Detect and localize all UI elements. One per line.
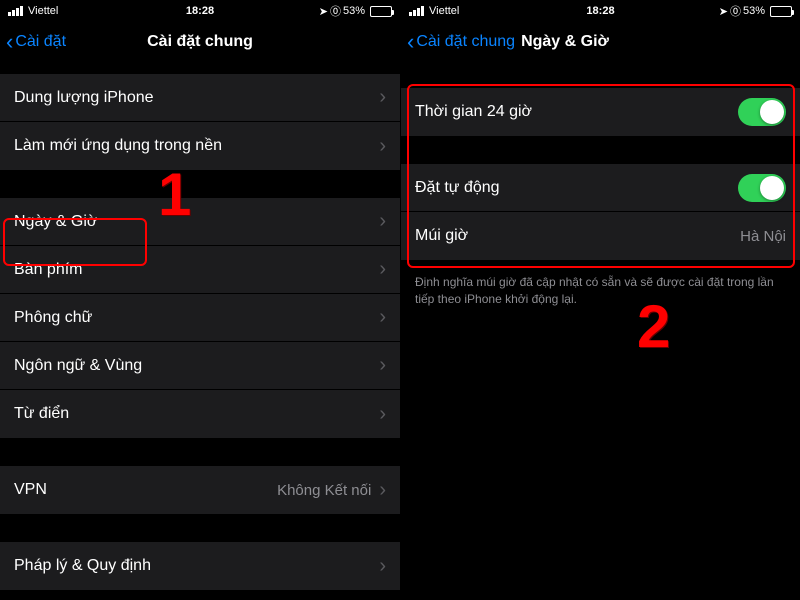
row-label: Bàn phím [14,261,379,279]
row-label: Đặt tự động [415,179,738,197]
row-24-hour-time[interactable]: Thời gian 24 giờ [401,88,800,136]
battery-percent: 53% [743,5,765,17]
row-value: Hà Nội [740,228,786,245]
group-vpn: VPN Không Kết nối › [0,466,400,514]
page-title: Ngày & Giờ [521,33,609,51]
row-date-time[interactable]: Ngày & Giờ › [0,198,400,246]
chevron-right-icon: › [379,210,386,233]
row-timezone[interactable]: Múi giờ Hà Nội [401,212,800,260]
battery-icon [370,6,392,17]
chevron-right-icon: › [379,135,386,158]
back-label: Cài đặt chung [416,33,515,51]
row-language-region[interactable]: Ngôn ngữ & Vùng › [0,342,400,390]
clock-label: 18:28 [186,5,214,17]
signal-icon [8,6,23,16]
chevron-right-icon: › [379,403,386,426]
row-set-automatically[interactable]: Đặt tự động [401,164,800,212]
clock-label: 18:28 [586,5,614,17]
signal-icon [409,6,424,16]
chevron-right-icon: › [379,86,386,109]
alarm-icon: ⓪ [730,3,741,19]
chevron-left-icon: ‹ [407,31,414,53]
toggle-auto[interactable] [738,174,786,202]
carrier-label: Viettel [28,5,58,17]
battery-icon [770,6,792,17]
back-label: Cài đặt [15,33,66,51]
status-bar: Viettel 18:28 ➤ ⓪ 53% [0,0,400,20]
group-system: Ngày & Giờ › Bàn phím › Phông chữ › Ngôn… [0,198,400,438]
row-fonts[interactable]: Phông chữ › [0,294,400,342]
location-icon: ➤ [319,5,328,18]
row-label: Ngôn ngữ & Vùng [14,357,379,375]
row-value: Không Kết nối [277,482,371,499]
row-iphone-storage[interactable]: Dung lượng iPhone › [0,74,400,122]
nav-header: ‹ Cài đặt Cài đặt chung [0,20,400,64]
group-auto: Đặt tự động Múi giờ Hà Nội [401,164,800,260]
battery-percent: 53% [343,5,365,17]
nav-header: ‹ Cài đặt chung Ngày & Giờ [401,20,800,64]
row-background-refresh[interactable]: Làm mới ứng dụng trong nền › [0,122,400,170]
chevron-right-icon: › [379,258,386,281]
row-dictionary[interactable]: Từ điển › [0,390,400,438]
row-label: Phông chữ [14,309,379,327]
carrier-label: Viettel [429,5,459,17]
row-label: Thời gian 24 giờ [415,103,738,121]
settings-list: Thời gian 24 giờ Đặt tự động Múi giờ Hà … [401,88,800,308]
chevron-right-icon: › [379,306,386,329]
back-button[interactable]: ‹ Cài đặt [6,31,66,53]
footer-note: Định nghĩa múi giờ đã cập nhật có sẵn và… [401,266,800,308]
toggle-24-hour[interactable] [738,98,786,126]
back-button[interactable]: ‹ Cài đặt chung [407,31,515,53]
row-label: Múi giờ [415,227,740,245]
phone-screen-left: Viettel 18:28 ➤ ⓪ 53% ‹ Cài đặt Cài đặt … [0,0,400,600]
row-legal[interactable]: Pháp lý & Quy định › [0,542,400,590]
chevron-right-icon: › [379,354,386,377]
row-label: Dung lượng iPhone [14,89,379,107]
location-icon: ➤ [719,5,728,18]
row-label: Pháp lý & Quy định [14,557,379,575]
row-label: Làm mới ứng dụng trong nền [14,137,379,155]
settings-list: Dung lượng iPhone › Làm mới ứng dụng tro… [0,74,400,590]
phone-screen-right: Viettel 18:28 ➤ ⓪ 53% ‹ Cài đặt chung Ng… [400,0,800,600]
chevron-left-icon: ‹ [6,31,13,53]
group-legal: Pháp lý & Quy định › [0,542,400,590]
group-storage: Dung lượng iPhone › Làm mới ứng dụng tro… [0,74,400,170]
status-bar: Viettel 18:28 ➤ ⓪ 53% [401,0,800,20]
row-vpn[interactable]: VPN Không Kết nối › [0,466,400,514]
chevron-right-icon: › [379,555,386,578]
chevron-right-icon: › [379,479,386,502]
row-keyboard[interactable]: Bàn phím › [0,246,400,294]
page-title: Cài đặt chung [147,33,253,51]
group-24h: Thời gian 24 giờ [401,88,800,136]
row-label: Ngày & Giờ [14,213,379,231]
alarm-icon: ⓪ [330,3,341,19]
row-label: Từ điển [14,405,379,423]
row-label: VPN [14,481,277,499]
